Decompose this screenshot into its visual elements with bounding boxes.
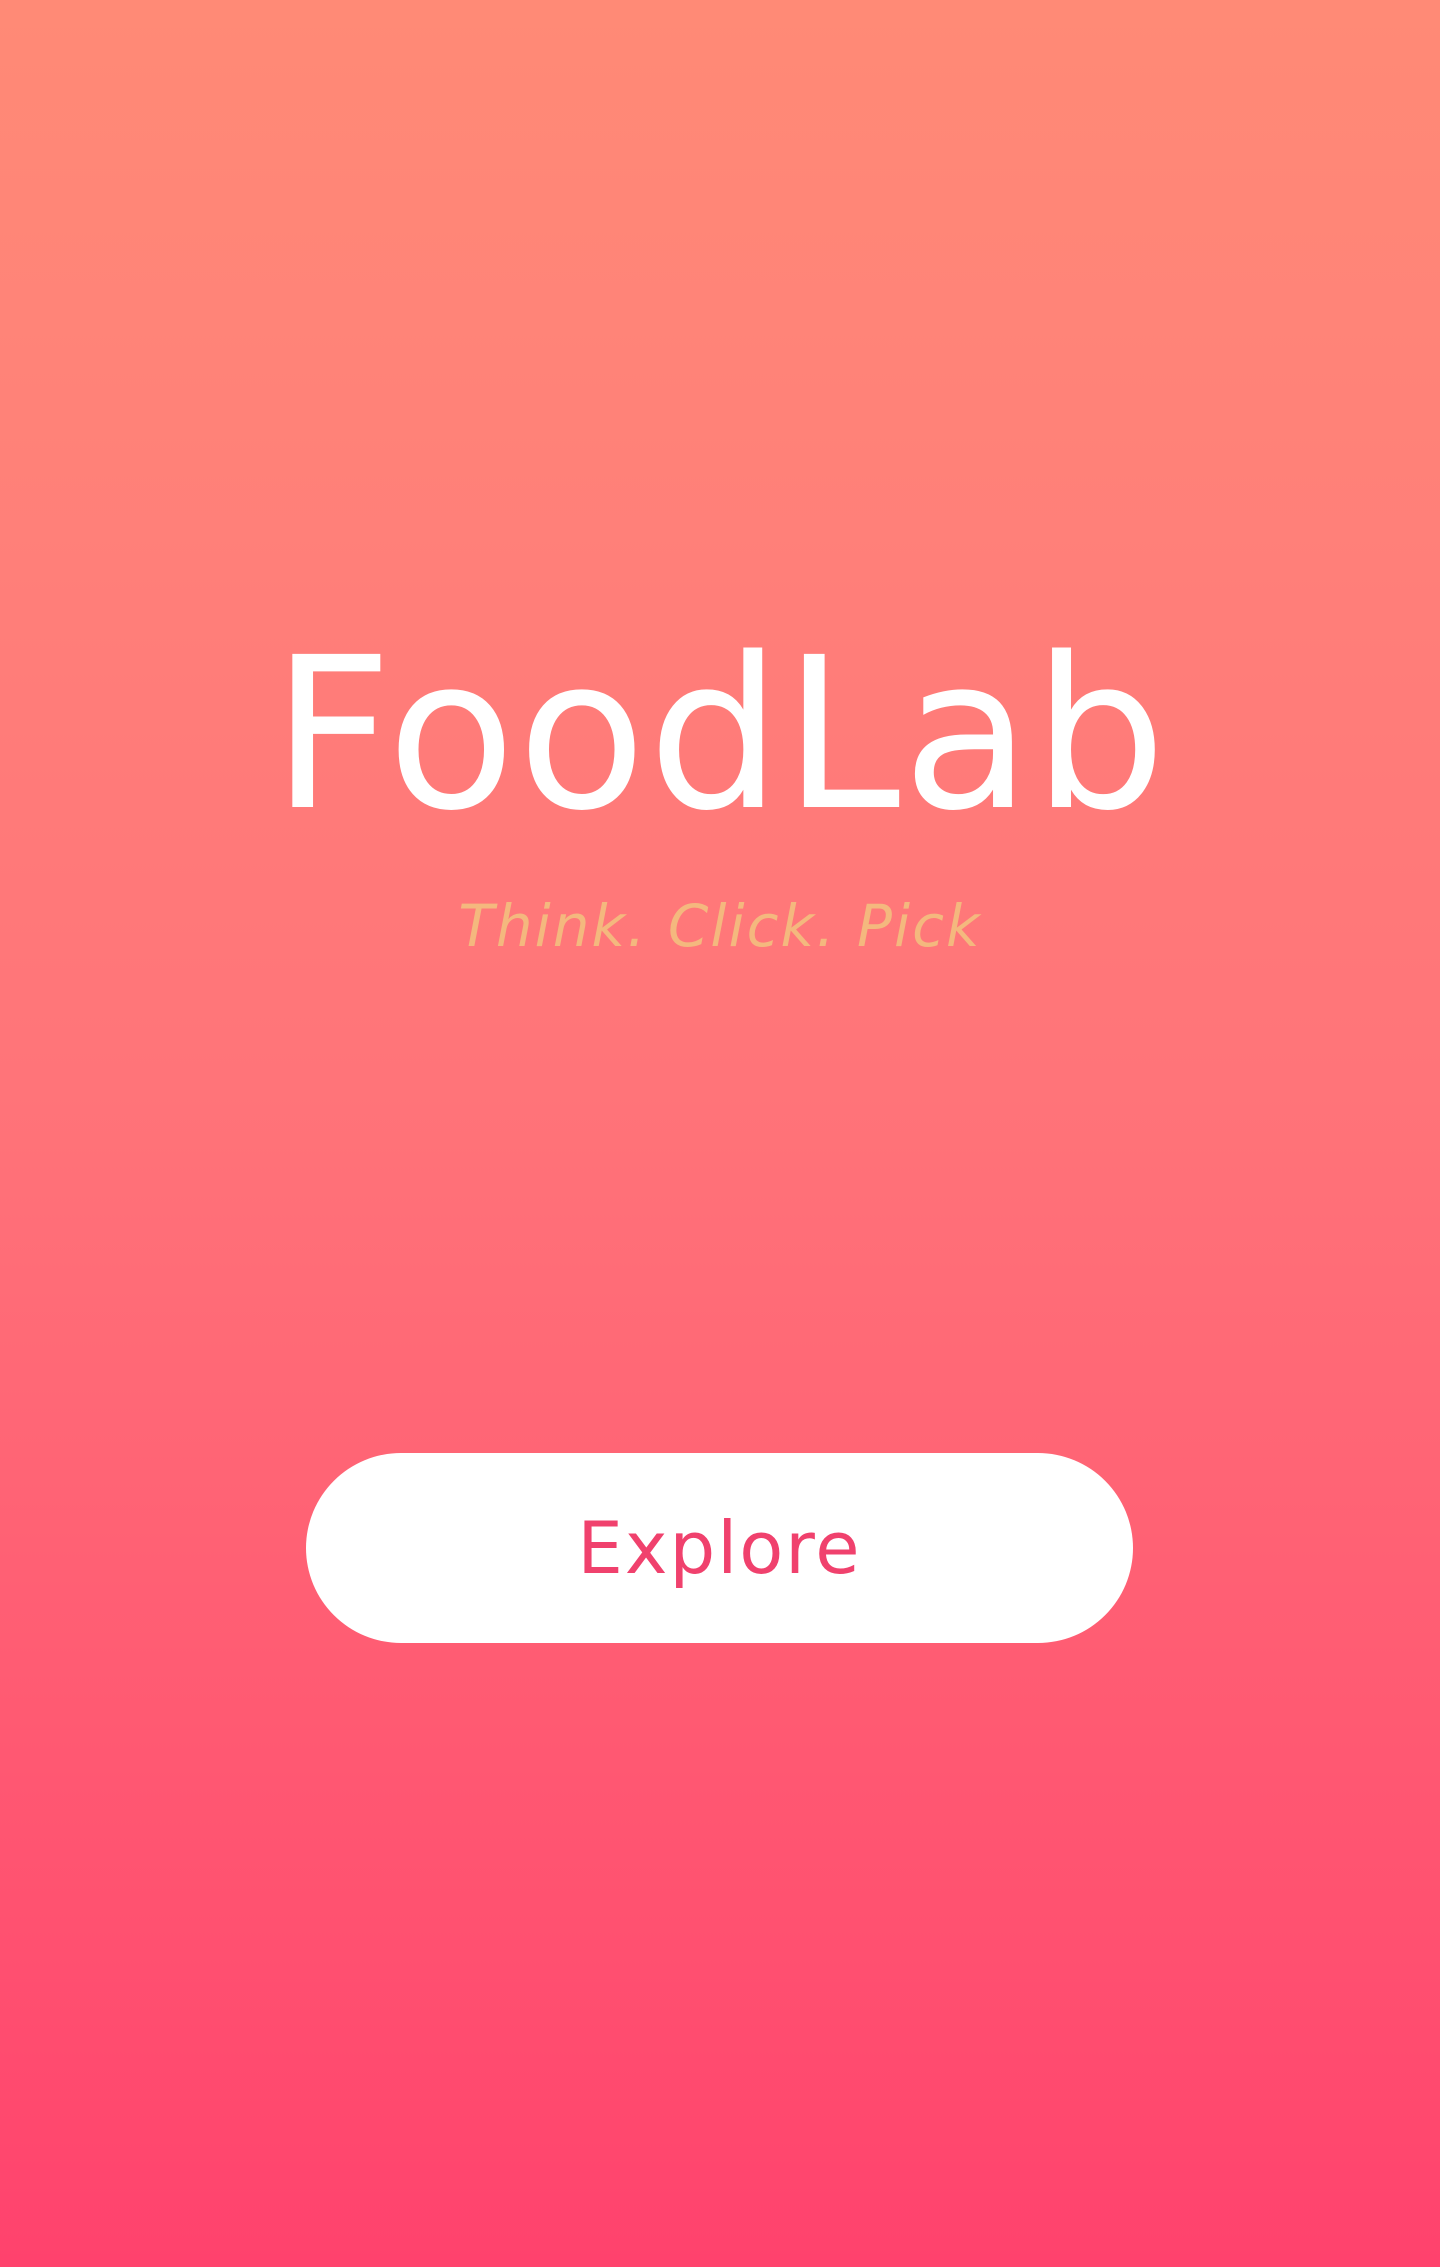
explore-button[interactable]: Explore	[306, 1453, 1133, 1643]
explore-button-label: Explore	[577, 1506, 862, 1590]
app-tagline: Think. Click. Pick	[458, 892, 982, 960]
app-title: FoodLab	[271, 612, 1169, 857]
splash-screen: FoodLab Think. Click. Pick Explore	[0, 0, 1440, 2267]
